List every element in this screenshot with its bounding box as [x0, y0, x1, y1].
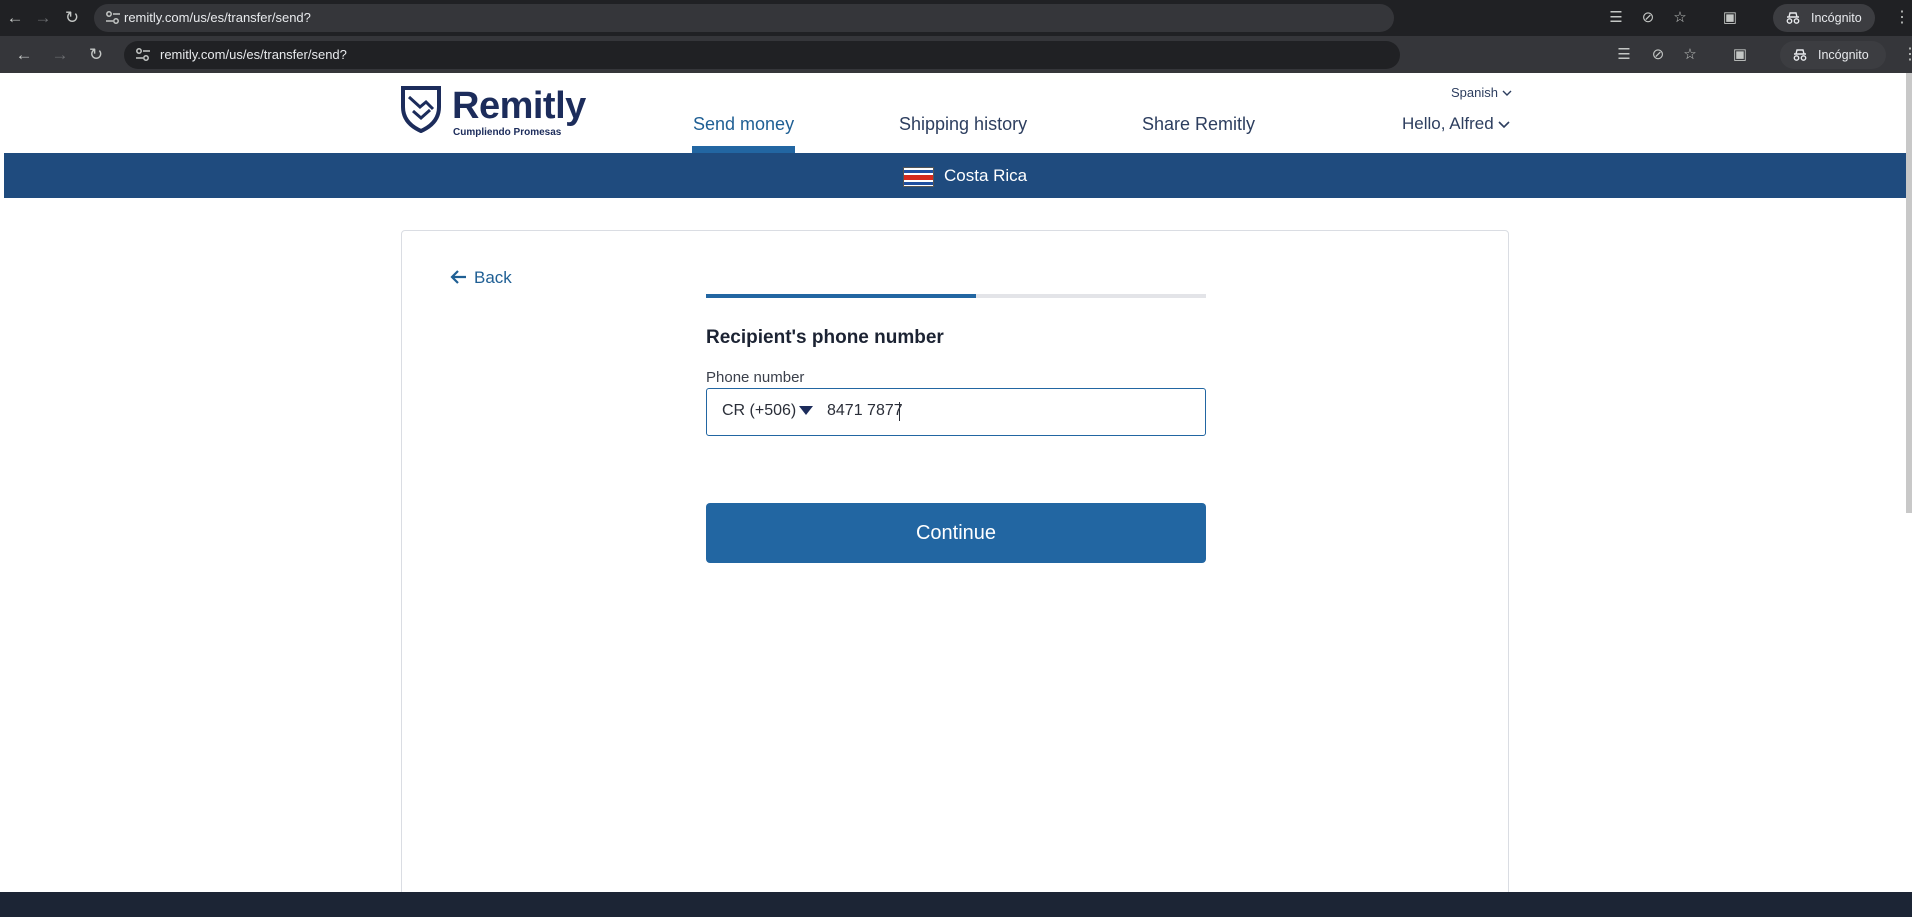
page-footer	[0, 892, 1912, 917]
destination-country-banner: Costa Rica	[4, 153, 1912, 198]
star-icon[interactable]: ☆	[1680, 45, 1700, 65]
url-text[interactable]: remitly.com/us/es/transfer/send?	[160, 47, 347, 62]
shield-logo-icon	[401, 86, 441, 133]
back-arrow-icon[interactable]: ←	[13, 44, 35, 66]
address-bar[interactable]: remitly.com/us/es/transfer/send?	[124, 41, 1400, 69]
browser-toolbar-top: ← → ↻ remitly.com/us/es/transfer/send? ☰…	[0, 0, 1912, 36]
arrow-left-icon	[450, 270, 466, 284]
menu-kebab-icon[interactable]: ⋮	[1902, 45, 1912, 65]
reload-icon[interactable]: ↻	[85, 44, 107, 66]
menu-kebab-icon[interactable]: ⋮	[1894, 8, 1910, 28]
site-settings-icon[interactable]	[134, 46, 152, 64]
tab-search-icon[interactable]: ▣	[1720, 8, 1740, 28]
eye-off-icon[interactable]: ⊘	[1648, 45, 1668, 65]
site-header: Remitly Cumpliendo Promesas Send money S…	[0, 73, 1912, 153]
remitly-logo[interactable]: Remitly Cumpliendo Promesas	[400, 85, 600, 141]
back-label: Back	[474, 268, 512, 287]
web-page: Remitly Cumpliendo Promesas Send money S…	[0, 73, 1912, 917]
incognito-badge[interactable]: Incógnito	[1773, 4, 1875, 32]
progress-fill	[706, 294, 976, 298]
costa-rica-flag-icon	[903, 167, 934, 187]
logo-tagline: Cumpliendo Promesas	[453, 127, 562, 138]
greeting-label: Hello, Alfred	[1402, 114, 1494, 133]
forward-arrow-icon[interactable]: →	[32, 7, 54, 29]
phone-number-input[interactable]	[827, 402, 1177, 420]
eye-off-icon[interactable]: ⊘	[1638, 8, 1658, 28]
star-icon[interactable]: ☆	[1670, 8, 1690, 28]
incognito-badge[interactable]: Incógnito	[1780, 41, 1886, 69]
chevron-down-icon	[1498, 121, 1510, 129]
country-name: Costa Rica	[944, 166, 1028, 185]
phone-number-field[interactable]: CR (+506)	[706, 388, 1206, 436]
nav-send-money[interactable]: Send money	[693, 114, 794, 135]
browser-toolbar: ← → ↻ remitly.com/us/es/transfer/send? ☰…	[0, 36, 1912, 73]
dropdown-caret-icon[interactable]	[799, 406, 813, 415]
text-cursor	[899, 402, 900, 421]
phone-field-label: Phone number	[706, 369, 805, 386]
translate-icon[interactable]: ☰	[1606, 8, 1626, 28]
page-scrollbar[interactable]	[1906, 73, 1912, 513]
incognito-label: Incógnito	[1818, 48, 1869, 62]
logo-wordmark: Remitly	[452, 85, 586, 127]
nav-share-remitly[interactable]: Share Remitly	[1142, 114, 1255, 135]
translate-icon[interactable]: ☰	[1614, 45, 1634, 65]
account-menu[interactable]: Hello, Alfred	[1402, 114, 1510, 134]
incognito-icon	[1793, 49, 1807, 61]
country-code-select[interactable]: CR (+506)	[722, 402, 796, 420]
address-bar[interactable]: remitly.com/us/es/transfer/send?	[94, 4, 1394, 32]
language-label: Spanish	[1451, 85, 1498, 100]
active-tab-indicator	[692, 146, 795, 153]
chevron-down-icon	[1502, 90, 1512, 96]
form-heading: Recipient's phone number	[706, 327, 944, 348]
continue-button[interactable]: Continue	[706, 503, 1206, 563]
language-selector[interactable]: Spanish	[1451, 85, 1512, 100]
site-settings-icon[interactable]	[104, 9, 122, 27]
back-arrow-icon[interactable]: ←	[4, 7, 26, 29]
progress-bar	[706, 294, 1206, 298]
url-text[interactable]: remitly.com/us/es/transfer/send?	[124, 10, 311, 25]
reload-icon[interactable]: ↻	[61, 7, 83, 29]
tab-search-icon[interactable]: ▣	[1730, 45, 1750, 65]
transfer-form-card: Back Recipient's phone number Phone numb…	[401, 230, 1509, 917]
incognito-label: Incógnito	[1811, 11, 1862, 25]
forward-arrow-icon[interactable]: →	[49, 44, 71, 66]
nav-shipping-history[interactable]: Shipping history	[899, 114, 1027, 135]
incognito-icon	[1786, 12, 1800, 24]
